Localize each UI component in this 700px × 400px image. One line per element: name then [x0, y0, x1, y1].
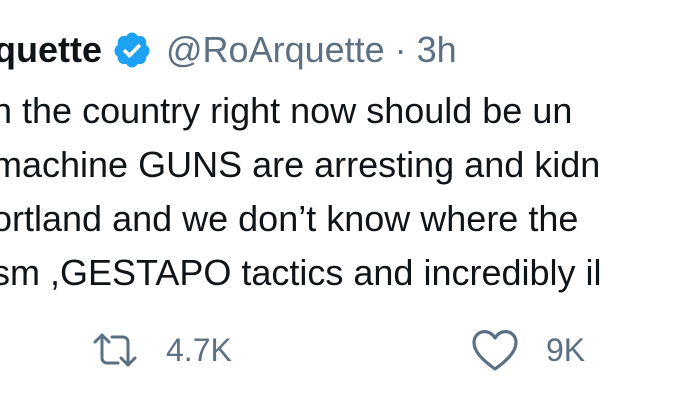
verified-badge-icon: [112, 30, 152, 70]
tweet-actions: 4.7K 9K: [0, 325, 700, 375]
tweet-header: quette @RoArquette · 3h: [0, 22, 457, 78]
retweet-count: 4.7K: [166, 331, 232, 368]
heart-icon: [470, 328, 520, 372]
tweet-timestamp[interactable]: 3h: [417, 22, 457, 78]
retweet-button[interactable]: 4.7K: [90, 325, 232, 375]
display-name[interactable]: quette: [0, 22, 102, 78]
tweet-text-line: ortland and we don’t know where the: [0, 198, 579, 239]
like-count: 9K: [546, 331, 586, 368]
retweet-icon: [90, 330, 140, 370]
tweet-text-line: sm ,GESTAPO tactics and incredibly il: [0, 252, 602, 293]
user-handle[interactable]: @RoArquette: [166, 22, 385, 78]
tweet-text: n the country right now should be un mac…: [0, 84, 700, 300]
tweet-text-line: n the country right now should be un: [0, 90, 573, 131]
separator-dot: ·: [394, 29, 407, 70]
tweet-card: quette @RoArquette · 3h n the country ri…: [0, 0, 700, 400]
like-button[interactable]: 9K: [470, 325, 585, 375]
tweet-text-line: machine GUNS are arresting and kidn: [0, 144, 601, 185]
